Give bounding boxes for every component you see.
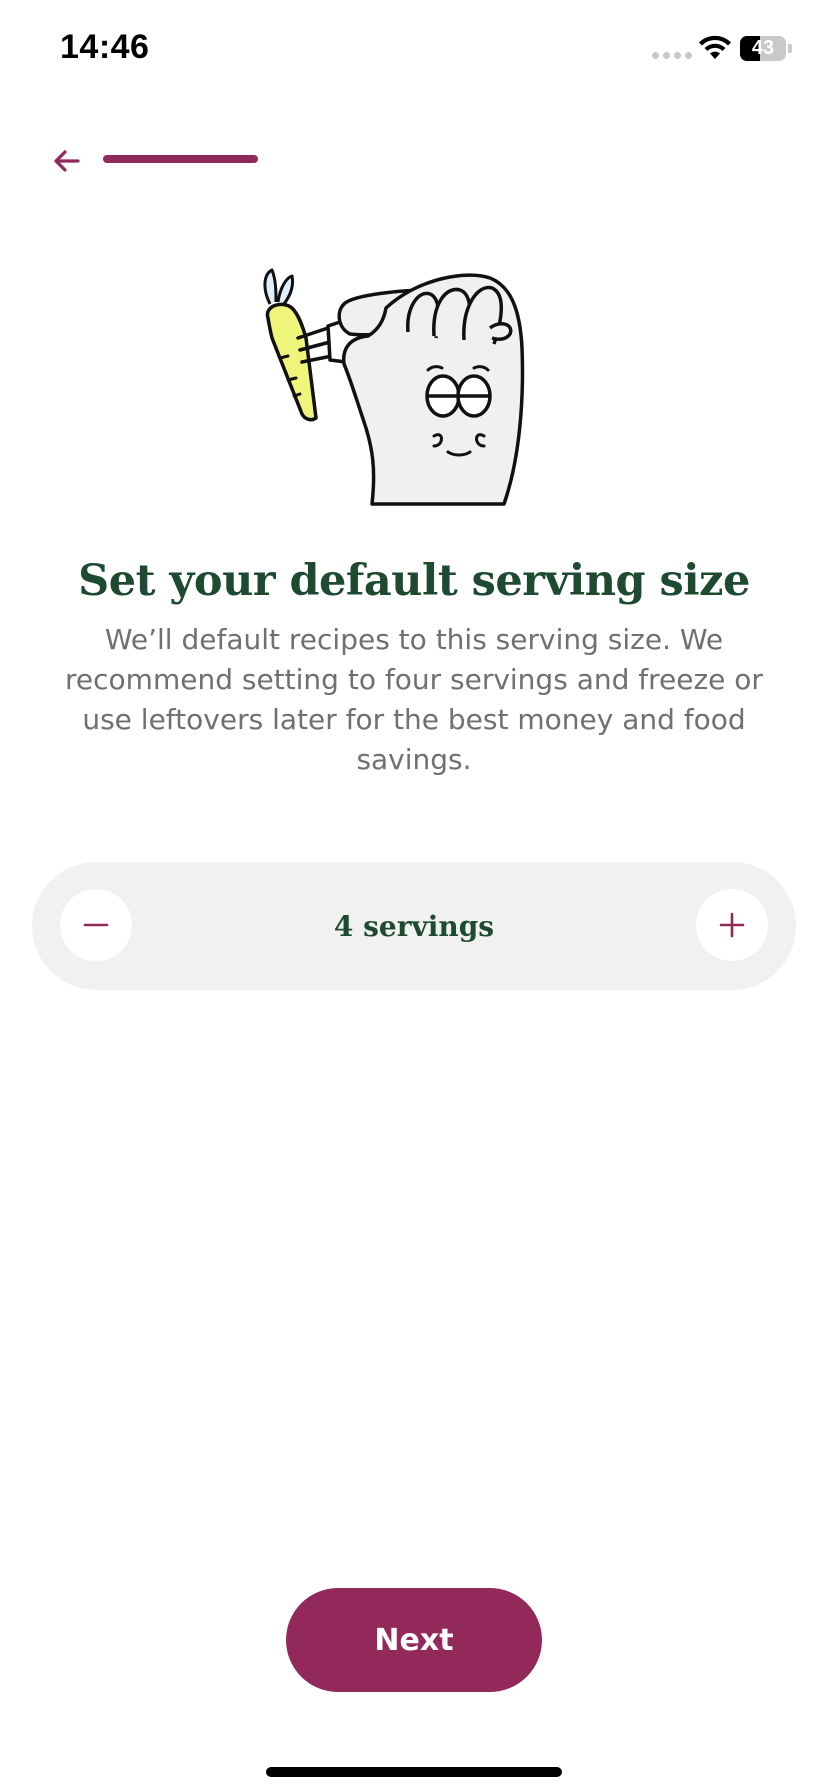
serving-size-value: 4 servings [333,909,495,943]
next-button[interactable]: Next [286,1588,542,1692]
battery-icon: 43 [740,36,786,61]
wifi-icon [699,35,731,59]
battery-level: 43 [751,37,775,59]
page-subtitle: We’ll default recipes to this serving si… [65,623,763,776]
plus-icon [719,912,745,938]
home-indicator [266,1767,562,1777]
minus-icon [83,923,109,927]
decrease-servings-button[interactable] [60,889,132,961]
progress-fill [103,155,258,163]
status-time: 14:46 [60,28,150,66]
serving-size-stepper: 4 servings [32,862,796,990]
page-title: Set your default serving size [78,556,750,606]
signal-dots-icon [652,52,692,59]
hand-holding-fork-with-carrot-illustration [263,268,525,506]
battery-nub [788,44,792,53]
back-button[interactable] [44,138,90,184]
increase-servings-button[interactable] [696,889,768,961]
arrow-left-icon [54,150,80,172]
status-bar: 14:46 43 [0,0,828,100]
onboarding-progress-bar [103,155,413,163]
